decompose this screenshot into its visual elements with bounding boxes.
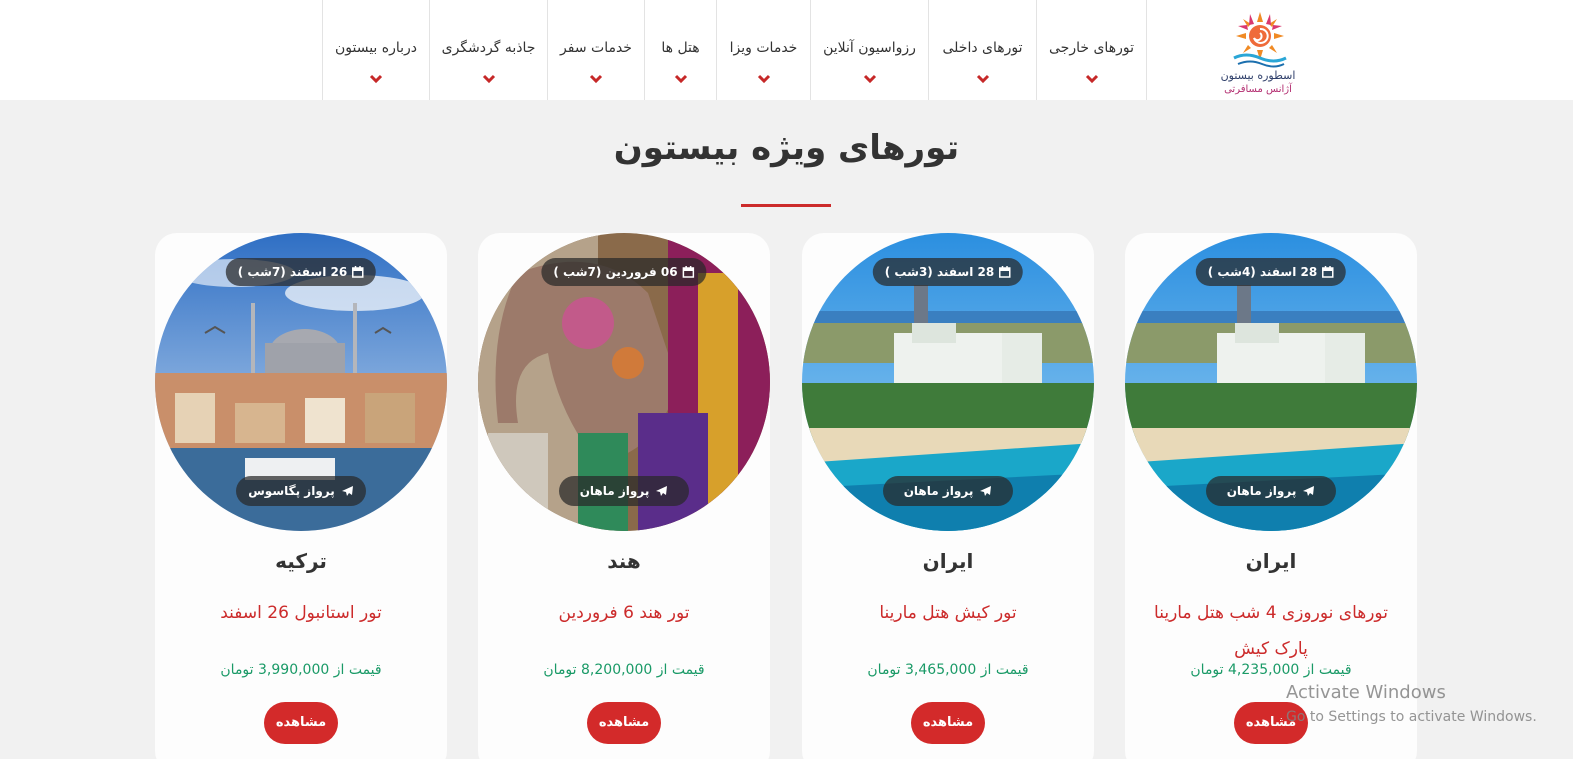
plane-icon — [1303, 485, 1315, 496]
nav-label: جاذبه گردشگری — [441, 40, 536, 56]
tour-date-text: 06 فروردین (7شب ) — [553, 265, 678, 279]
calendar-icon — [352, 266, 364, 278]
tour-country: ایران — [1245, 549, 1297, 573]
nav-label: رزواسیون آنلاین — [823, 40, 916, 56]
tour-date-badge: 26 اسفند (7شب ) — [225, 258, 377, 286]
nav-label: خدمات سفر — [560, 40, 632, 56]
calendar-icon — [1322, 266, 1334, 278]
view-tour-button[interactable]: مشاهده — [1234, 702, 1308, 744]
tour-flight-text: پرواز پگاسوس — [248, 484, 335, 498]
tour-date-text: 26 اسفند (7شب ) — [237, 265, 348, 279]
chevron-down-icon — [369, 74, 383, 84]
tour-date-text: 28 اسفند (3شب ) — [884, 265, 995, 279]
chevron-down-icon — [589, 74, 603, 84]
tour-card: 26 اسفند (7شب ) پرواز پگاسوس ترکیه تور ا… — [155, 233, 447, 759]
tour-flight-text: پرواز ماهان — [903, 484, 974, 498]
nav-item-attractions[interactable]: جاذبه گردشگری — [429, 0, 547, 100]
tour-flight-text: پرواز ماهان — [1226, 484, 1297, 498]
tour-flight-text: پرواز ماهان — [579, 484, 650, 498]
site-header: اسطوره بیستون آژانس مسافرتی تورهای خارجی… — [0, 0, 1573, 100]
chevron-down-icon — [482, 74, 495, 84]
tour-title-link[interactable]: تور هند 6 فروردین — [492, 595, 756, 631]
tour-price: قیمت از 3,990,000 تومان — [220, 662, 382, 678]
tour-date-text: 28 اسفند (4شب ) — [1207, 265, 1318, 279]
tour-country: هند — [607, 549, 641, 573]
nav-label: خدمات ویزا — [729, 40, 798, 56]
tour-price: قیمت از 4,235,000 تومان — [1190, 662, 1352, 678]
view-tour-button[interactable]: مشاهده — [587, 702, 661, 744]
calendar-icon — [682, 266, 695, 278]
tour-title-link[interactable]: تور کیش هتل مارینا — [816, 595, 1080, 631]
nav-item-about[interactable]: درباره بیستون — [322, 0, 429, 100]
tour-flight-badge: پرواز ماهان — [1206, 476, 1336, 506]
tour-flight-badge: پرواز پگاسوس — [236, 476, 366, 506]
tour-price: قیمت از 3,465,000 تومان — [867, 662, 1029, 678]
tour-card: 28 اسفند (3شب ) پرواز ماهان ایران تور کی… — [802, 233, 1094, 759]
tour-card: 06 فروردین (7شب ) پرواز ماهان هند تور هن… — [478, 233, 770, 759]
nav-label: هتل ها — [661, 40, 700, 56]
nav-item-domestic-tours[interactable]: تورهای داخلی — [928, 0, 1036, 100]
nav-label: تورهای داخلی — [942, 40, 1023, 56]
waves-logo-icon — [1233, 53, 1287, 68]
chevron-down-icon — [674, 74, 687, 84]
title-divider — [741, 204, 831, 207]
chevron-down-icon — [757, 74, 770, 84]
calendar-icon — [999, 266, 1011, 278]
nav-item-foreign-tours[interactable]: تورهای خارجی — [1036, 0, 1147, 100]
nav-item-visa-services[interactable]: خدمات ویزا — [716, 0, 810, 100]
plane-icon — [980, 485, 992, 496]
tour-date-badge: 06 فروردین (7شب ) — [541, 258, 707, 286]
tour-title-link[interactable]: تور استانبول 26 اسفند — [169, 595, 433, 631]
nav-item-travel-services[interactable]: خدمات سفر — [547, 0, 644, 100]
nav-item-online-reservation[interactable]: رزواسیون آنلاین — [810, 0, 928, 100]
tour-date-badge: 28 اسفند (3شب ) — [872, 258, 1024, 286]
tour-country: ایران — [922, 549, 974, 573]
tour-date-badge: 28 اسفند (4شب ) — [1195, 258, 1347, 286]
plane-icon — [341, 485, 353, 496]
plane-icon — [656, 485, 668, 496]
section-title: تورهای ویژه بیستون — [613, 128, 960, 168]
tour-card: 28 اسفند (4شب ) پرواز ماهان ایران تورهای… — [1125, 233, 1417, 759]
logo-brand-text: اسطوره بیستون — [1220, 69, 1296, 82]
view-tour-button[interactable]: مشاهده — [264, 702, 338, 744]
nav-item-hotels[interactable]: هتل ها — [644, 0, 716, 100]
tour-title-link[interactable]: تورهای نوروزی 4 شب هتل مارینا پارک کیش — [1139, 595, 1403, 667]
chevron-down-icon — [863, 74, 876, 84]
nav-label: درباره بیستون — [334, 40, 418, 56]
chevron-down-icon — [976, 74, 989, 84]
site-logo[interactable]: اسطوره بیستون آژانس مسافرتی — [1216, 12, 1304, 100]
tour-flight-badge: پرواز ماهان — [559, 476, 689, 506]
logo-tagline: آژانس مسافرتی — [1224, 84, 1292, 95]
tour-flight-badge: پرواز ماهان — [883, 476, 1013, 506]
chevron-down-icon — [1085, 74, 1098, 84]
nav-label: تورهای خارجی — [1049, 40, 1134, 56]
view-tour-button[interactable]: مشاهده — [911, 702, 985, 744]
tour-country: ترکیه — [275, 549, 327, 573]
tour-price: قیمت از 8,200,000 تومان — [543, 662, 705, 678]
